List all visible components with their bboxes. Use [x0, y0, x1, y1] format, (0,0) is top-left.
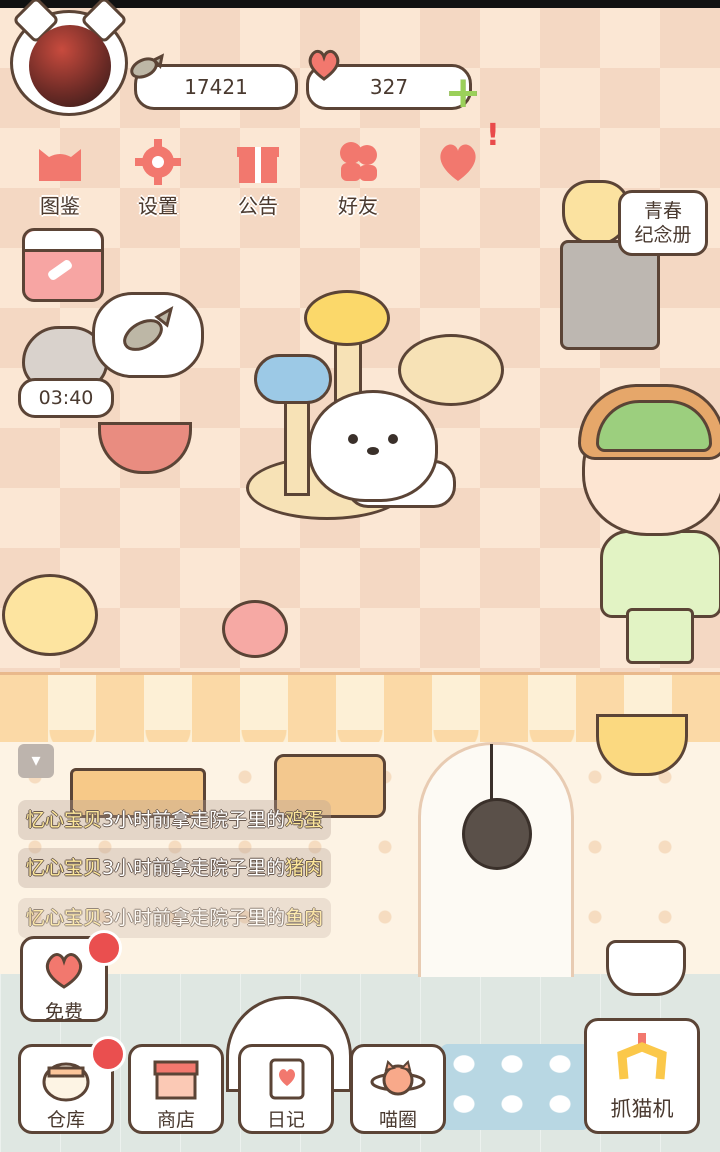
mouse-timer: 03:40 [18, 378, 114, 418]
moon-platform [304, 290, 390, 346]
shop-label: 商店 [156, 1109, 195, 1131]
free-label: 免费 [44, 1001, 83, 1023]
timer-value: 03:40 [38, 387, 94, 409]
fish-currency-value: 17421 [184, 75, 248, 99]
notice-label: 公告 [238, 194, 278, 218]
meow-circle-button[interactable]: 喵圈 [350, 1044, 446, 1134]
white-cat[interactable] [308, 390, 438, 502]
add-hearts-button[interactable]: + [444, 71, 482, 115]
claw-machine-button[interactable]: 抓猫机 [584, 1018, 700, 1134]
notice-button[interactable]: 公告 [218, 136, 298, 226]
wind-chime-string [490, 744, 493, 800]
alarm-clock[interactable] [2, 574, 98, 656]
claw-icon [587, 1027, 697, 1093]
chat-message: 忆心宝贝3小时前拿走院子里的鸡蛋 [18, 800, 332, 840]
diary-button[interactable]: 日记 [238, 1044, 334, 1134]
chat-text: 3小时前拿走院子里的 [102, 857, 286, 879]
chat-sender: 忆心宝贝 [26, 857, 103, 879]
player-avatar[interactable] [10, 0, 129, 116]
fish-icon [128, 52, 164, 82]
pencil-icon [48, 260, 72, 280]
cat-planet-icon [353, 1053, 443, 1105]
notification-dot [86, 930, 122, 966]
fish-icon [123, 305, 174, 351]
meow-circle-label: 喵圈 [378, 1109, 417, 1131]
chat-sender: 忆心宝贝 [26, 907, 103, 929]
chat-item: 猪肉 [285, 857, 324, 879]
warehouse-label: 仓库 [46, 1109, 85, 1131]
album-label-line2: 纪念册 [634, 224, 692, 246]
youth-album-button[interactable]: 青春 纪念册 [618, 190, 708, 256]
friends-icon [328, 136, 388, 188]
settings-button[interactable]: 设置 [118, 136, 198, 226]
chat-text: 3小时前拿走院子里的 [102, 907, 286, 929]
friends-label: 好友 [338, 194, 378, 218]
handbook-button[interactable]: 图鉴 [20, 136, 100, 226]
album-label-line1: 青春 [643, 200, 682, 222]
chat-text: 3小时前拿走院子里的 [102, 809, 286, 831]
polka-rug [440, 1044, 590, 1130]
chat-item: 鸡蛋 [285, 809, 324, 831]
friends-button[interactable]: 好友 [318, 136, 398, 226]
calendar-button[interactable] [22, 228, 104, 302]
settings-label: 设置 [138, 194, 178, 218]
claw-machine-top [606, 940, 686, 996]
incense-vase[interactable] [222, 600, 288, 658]
speech-bubble[interactable] [92, 292, 204, 378]
diary-label: 日记 [266, 1109, 305, 1131]
notification-dot [90, 1036, 126, 1072]
chat-item: 鱼肉 [285, 907, 324, 929]
gear-icon [128, 136, 188, 188]
cat-face-icon [348, 434, 398, 455]
heart-currency-value: 327 [369, 75, 409, 99]
broken-heart-icon [428, 136, 488, 188]
avatar-portrait [29, 25, 111, 107]
chat-message: 忆心宝贝3小时前拿走院子里的鱼肉 [18, 898, 332, 938]
shop-button[interactable]: 商店 [128, 1044, 224, 1134]
stove[interactable] [560, 240, 660, 350]
gift-icon [228, 136, 288, 188]
chat-sender: 忆心宝贝 [26, 809, 103, 831]
crow-wind-chime[interactable] [462, 798, 532, 870]
dino-hat [596, 400, 712, 452]
cat-face-icon [30, 136, 90, 188]
chat-message: 忆心宝贝3小时前拿走院子里的猪肉 [18, 848, 332, 888]
chat-collapse-button[interactable]: ▾ [18, 744, 54, 778]
claw-machine-label: 抓猫机 [610, 1097, 674, 1121]
boy-body[interactable] [600, 530, 720, 618]
heart-icon [306, 49, 342, 81]
diary-book-icon [241, 1053, 331, 1105]
handbook-label: 图鉴 [40, 194, 80, 218]
alert-badge-icon: ! [486, 118, 500, 153]
boy-legs[interactable] [626, 608, 694, 664]
store-icon [131, 1053, 221, 1105]
